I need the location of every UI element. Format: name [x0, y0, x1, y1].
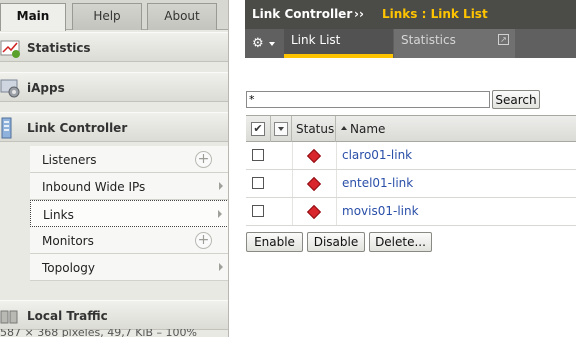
- tab-statistics[interactable]: Statistics ↗: [394, 29, 515, 58]
- section-local-traffic[interactable]: Local Traffic: [0, 300, 228, 330]
- link-name[interactable]: movis01-link: [342, 204, 419, 218]
- section-label: Local Traffic: [27, 309, 108, 323]
- section-statistics[interactable]: Statistics: [0, 32, 228, 62]
- menu-item-topology[interactable]: Topology: [30, 254, 228, 281]
- gear-icon: ⚙: [252, 36, 264, 51]
- plus-icon[interactable]: +: [195, 232, 212, 249]
- section-iapps[interactable]: iApps: [0, 72, 228, 102]
- link-controller-menu: Listeners + Inbound Wide IPs Links Monit…: [30, 146, 228, 281]
- menu-item-monitors[interactable]: Monitors +: [30, 227, 228, 254]
- table-row: claro01-link: [246, 142, 576, 170]
- header-name-label: Name: [350, 122, 386, 136]
- row-checkbox[interactable]: [252, 205, 264, 217]
- main-content: Link Controller ›› Links : Link List ⚙ L…: [230, 0, 576, 337]
- delete-button[interactable]: Delete...: [369, 232, 432, 252]
- table-row: movis01-link: [246, 198, 576, 226]
- gear-menu-button[interactable]: ⚙: [247, 32, 281, 55]
- disable-button[interactable]: Disable: [307, 232, 365, 252]
- section-link-controller[interactable]: Link Controller: [0, 112, 228, 142]
- chevron-right-icon: [219, 263, 223, 271]
- statistics-icon: [0, 40, 20, 58]
- sub-tabs: ⚙ Link List Statistics ↗: [245, 29, 576, 58]
- section-label: iApps: [27, 81, 65, 95]
- search-button[interactable]: Search: [492, 90, 540, 109]
- section-label: Link Controller: [27, 121, 128, 135]
- select-all-checkbox[interactable]: ✔: [251, 122, 265, 136]
- header-status-label: Status: [296, 122, 335, 136]
- breadcrumb-section: Link Controller: [252, 7, 353, 21]
- menu-item-links[interactable]: Links: [30, 200, 228, 227]
- header-status[interactable]: Status: [292, 116, 336, 142]
- menu-item-label: Links: [43, 208, 74, 222]
- menu-item-label: Monitors: [42, 234, 94, 248]
- tab-label: Statistics: [401, 33, 456, 47]
- status-offline-icon: [306, 176, 322, 192]
- external-link-icon[interactable]: ↗: [498, 34, 509, 45]
- status-offline-icon: [306, 204, 322, 220]
- section-label: Statistics: [27, 41, 91, 55]
- left-navigation: Main Help About Statistics iApps Link Co…: [0, 0, 229, 337]
- image-info-statusbar: 587 × 368 píxeles, 49,7 KiB – 100%: [0, 329, 197, 337]
- tab-about[interactable]: About: [147, 3, 217, 30]
- breadcrumb-separator: ››: [354, 7, 364, 21]
- iapps-icon: [0, 79, 20, 98]
- column-dropdown-icon[interactable]: [274, 122, 288, 136]
- search-input[interactable]: [246, 91, 490, 108]
- link-name[interactable]: claro01-link: [342, 148, 412, 162]
- enable-button[interactable]: Enable: [246, 232, 303, 252]
- tab-help[interactable]: Help: [72, 3, 142, 30]
- menu-item-listeners[interactable]: Listeners +: [30, 146, 228, 173]
- plus-icon[interactable]: +: [195, 151, 212, 168]
- tab-link-list[interactable]: Link List: [284, 29, 393, 58]
- chevron-right-icon: [218, 210, 222, 218]
- link-list-table: ✔ Status Name claro01-link entel01-link: [246, 115, 576, 226]
- local-traffic-icon: [0, 310, 18, 324]
- row-checkbox[interactable]: [252, 149, 264, 161]
- link-name[interactable]: entel01-link: [342, 176, 413, 190]
- menu-item-label: Inbound Wide IPs: [42, 180, 146, 194]
- header-select-cell: ✔: [246, 116, 271, 142]
- chevron-down-icon: [269, 42, 275, 46]
- breadcrumb: Link Controller ›› Links : Link List: [245, 0, 576, 29]
- link-controller-icon: [1, 117, 12, 139]
- table-header: ✔ Status Name: [246, 115, 576, 142]
- page-title: Links : Link List: [382, 7, 488, 21]
- chevron-right-icon: [219, 182, 223, 190]
- menu-item-label: Topology: [42, 261, 95, 275]
- menu-item-inbound-wide-ips[interactable]: Inbound Wide IPs: [30, 173, 228, 200]
- tab-main[interactable]: Main: [0, 3, 66, 31]
- row-checkbox[interactable]: [252, 177, 264, 189]
- sort-ascending-icon: [341, 126, 347, 130]
- table-row: entel01-link: [246, 170, 576, 198]
- nav-tabs: Main Help About: [0, 0, 228, 31]
- header-filter-cell: [271, 116, 292, 142]
- status-offline-icon: [306, 148, 322, 164]
- header-name[interactable]: Name: [336, 116, 576, 142]
- menu-item-label: Listeners: [42, 153, 97, 167]
